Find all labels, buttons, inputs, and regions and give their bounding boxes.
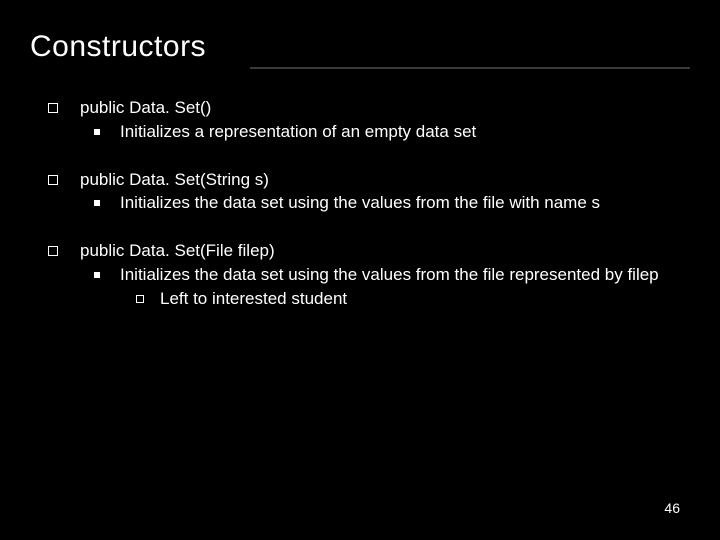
list-item: Initializes a representation of an empty… bbox=[80, 121, 686, 143]
constructor-signature: public Data. Set() bbox=[80, 98, 211, 117]
constructor-desc: Initializes the data set using the value… bbox=[120, 265, 659, 284]
title-block: Constructors bbox=[30, 30, 690, 69]
constructor-desc: Initializes the data set using the value… bbox=[120, 193, 600, 212]
list-item: public Data. Set(File filep) Initializes… bbox=[40, 240, 686, 309]
slide-title: Constructors bbox=[30, 30, 690, 67]
title-underline bbox=[250, 67, 690, 69]
list-item: public Data. Set() Initializes a represe… bbox=[40, 97, 686, 143]
constructor-desc: Initializes a representation of an empty… bbox=[120, 122, 476, 141]
list-item: Initializes the data set using the value… bbox=[80, 264, 686, 310]
constructor-note: Left to interested student bbox=[160, 289, 347, 308]
list-item: public Data. Set(String s) Initializes t… bbox=[40, 169, 686, 215]
bullet-list: public Data. Set() Initializes a represe… bbox=[40, 97, 686, 309]
list-item: Initializes the data set using the value… bbox=[80, 192, 686, 214]
list-item: Left to interested student bbox=[120, 288, 686, 310]
constructor-signature: public Data. Set(File filep) bbox=[80, 241, 275, 260]
page-number: 46 bbox=[664, 500, 680, 516]
slide-content: public Data. Set() Initializes a represe… bbox=[30, 97, 690, 309]
slide: Constructors public Data. Set() Initiali… bbox=[0, 0, 720, 540]
constructor-signature: public Data. Set(String s) bbox=[80, 170, 269, 189]
